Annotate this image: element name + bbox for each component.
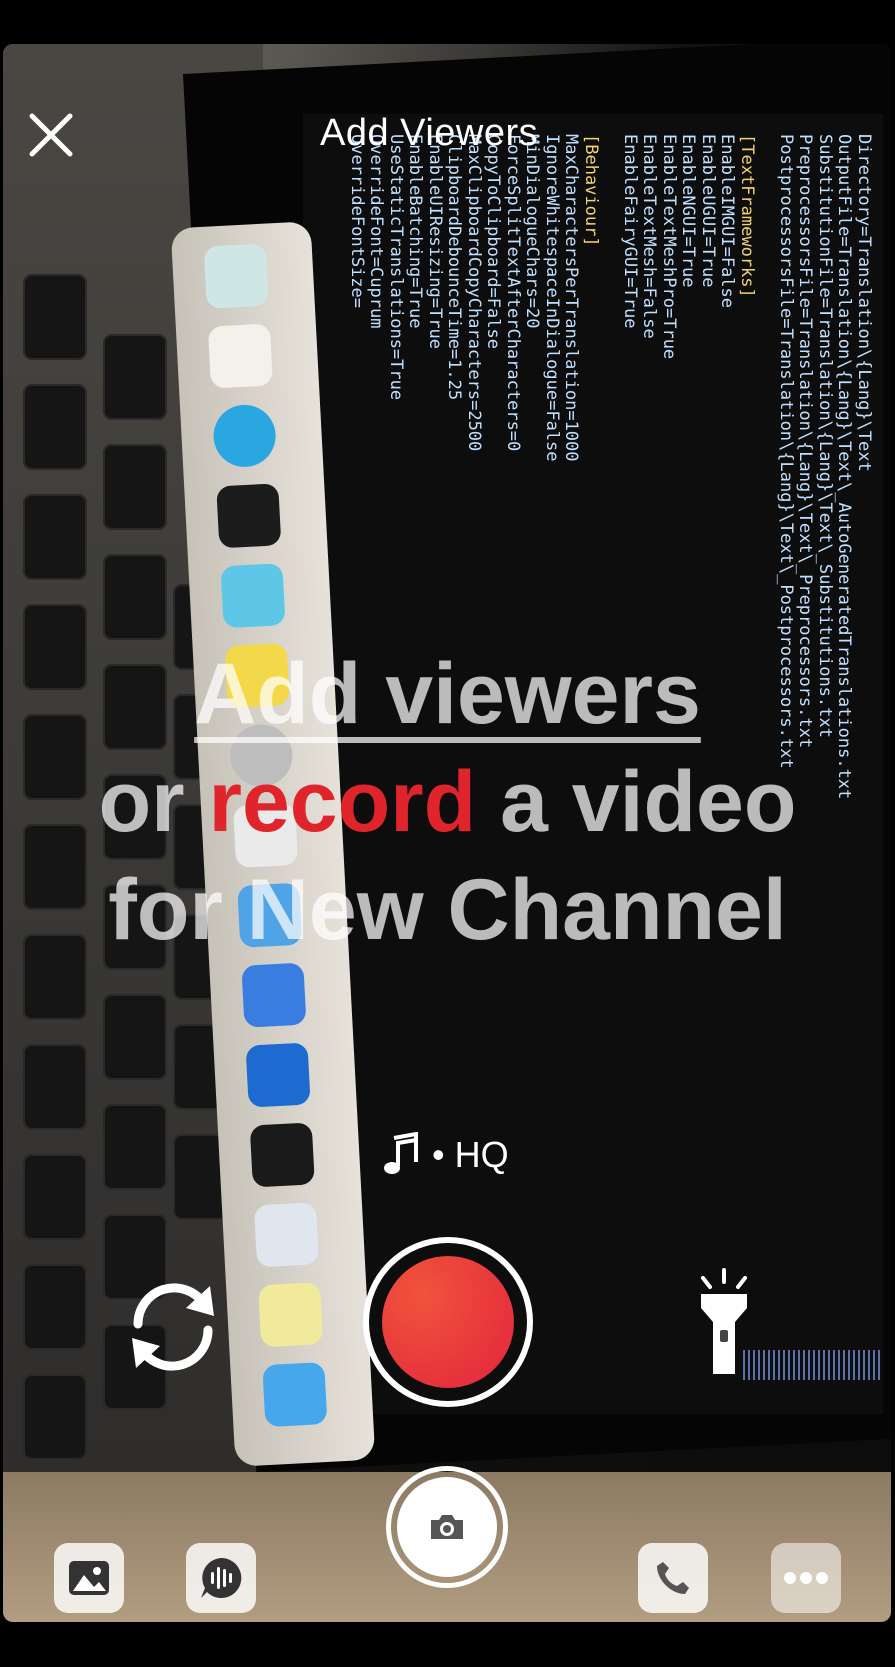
camera-icon [431,1515,463,1539]
voice-message-button[interactable] [186,1543,256,1613]
photo-mode-fill [397,1477,497,1577]
quality-label: • HQ [432,1134,509,1175]
prompt-prefix: or [98,754,209,850]
gallery-button[interactable] [54,1543,124,1613]
quality-selector[interactable]: • HQ [380,1132,509,1178]
photo-mode-button[interactable] [386,1466,508,1588]
close-button[interactable] [26,110,76,160]
more-icon [784,1572,828,1584]
more-button[interactable] [771,1543,841,1613]
camera-flip-icon [132,1283,214,1371]
add-viewers-link[interactable]: Add viewers [194,646,701,742]
close-icon [29,113,73,157]
phone-icon [657,1562,689,1594]
flashlight-button[interactable] [693,1268,755,1380]
page-title: Add Viewers [320,112,539,154]
channel-name-line: for New Channel [108,862,787,958]
call-button[interactable] [638,1543,708,1613]
image-icon [69,1561,109,1595]
record-button[interactable] [363,1237,533,1407]
record-button-fill [382,1256,514,1388]
prompt-suffix: a video [476,754,797,850]
music-note-icon [384,1132,418,1174]
flashlight-icon [701,1268,747,1374]
audio-level [743,1350,883,1380]
voice-message-icon [201,1557,242,1598]
empty-state-prompt: Add viewers or record a video for New Ch… [0,640,895,964]
record-link[interactable]: record [209,754,477,850]
flip-camera-button[interactable] [118,1272,228,1382]
